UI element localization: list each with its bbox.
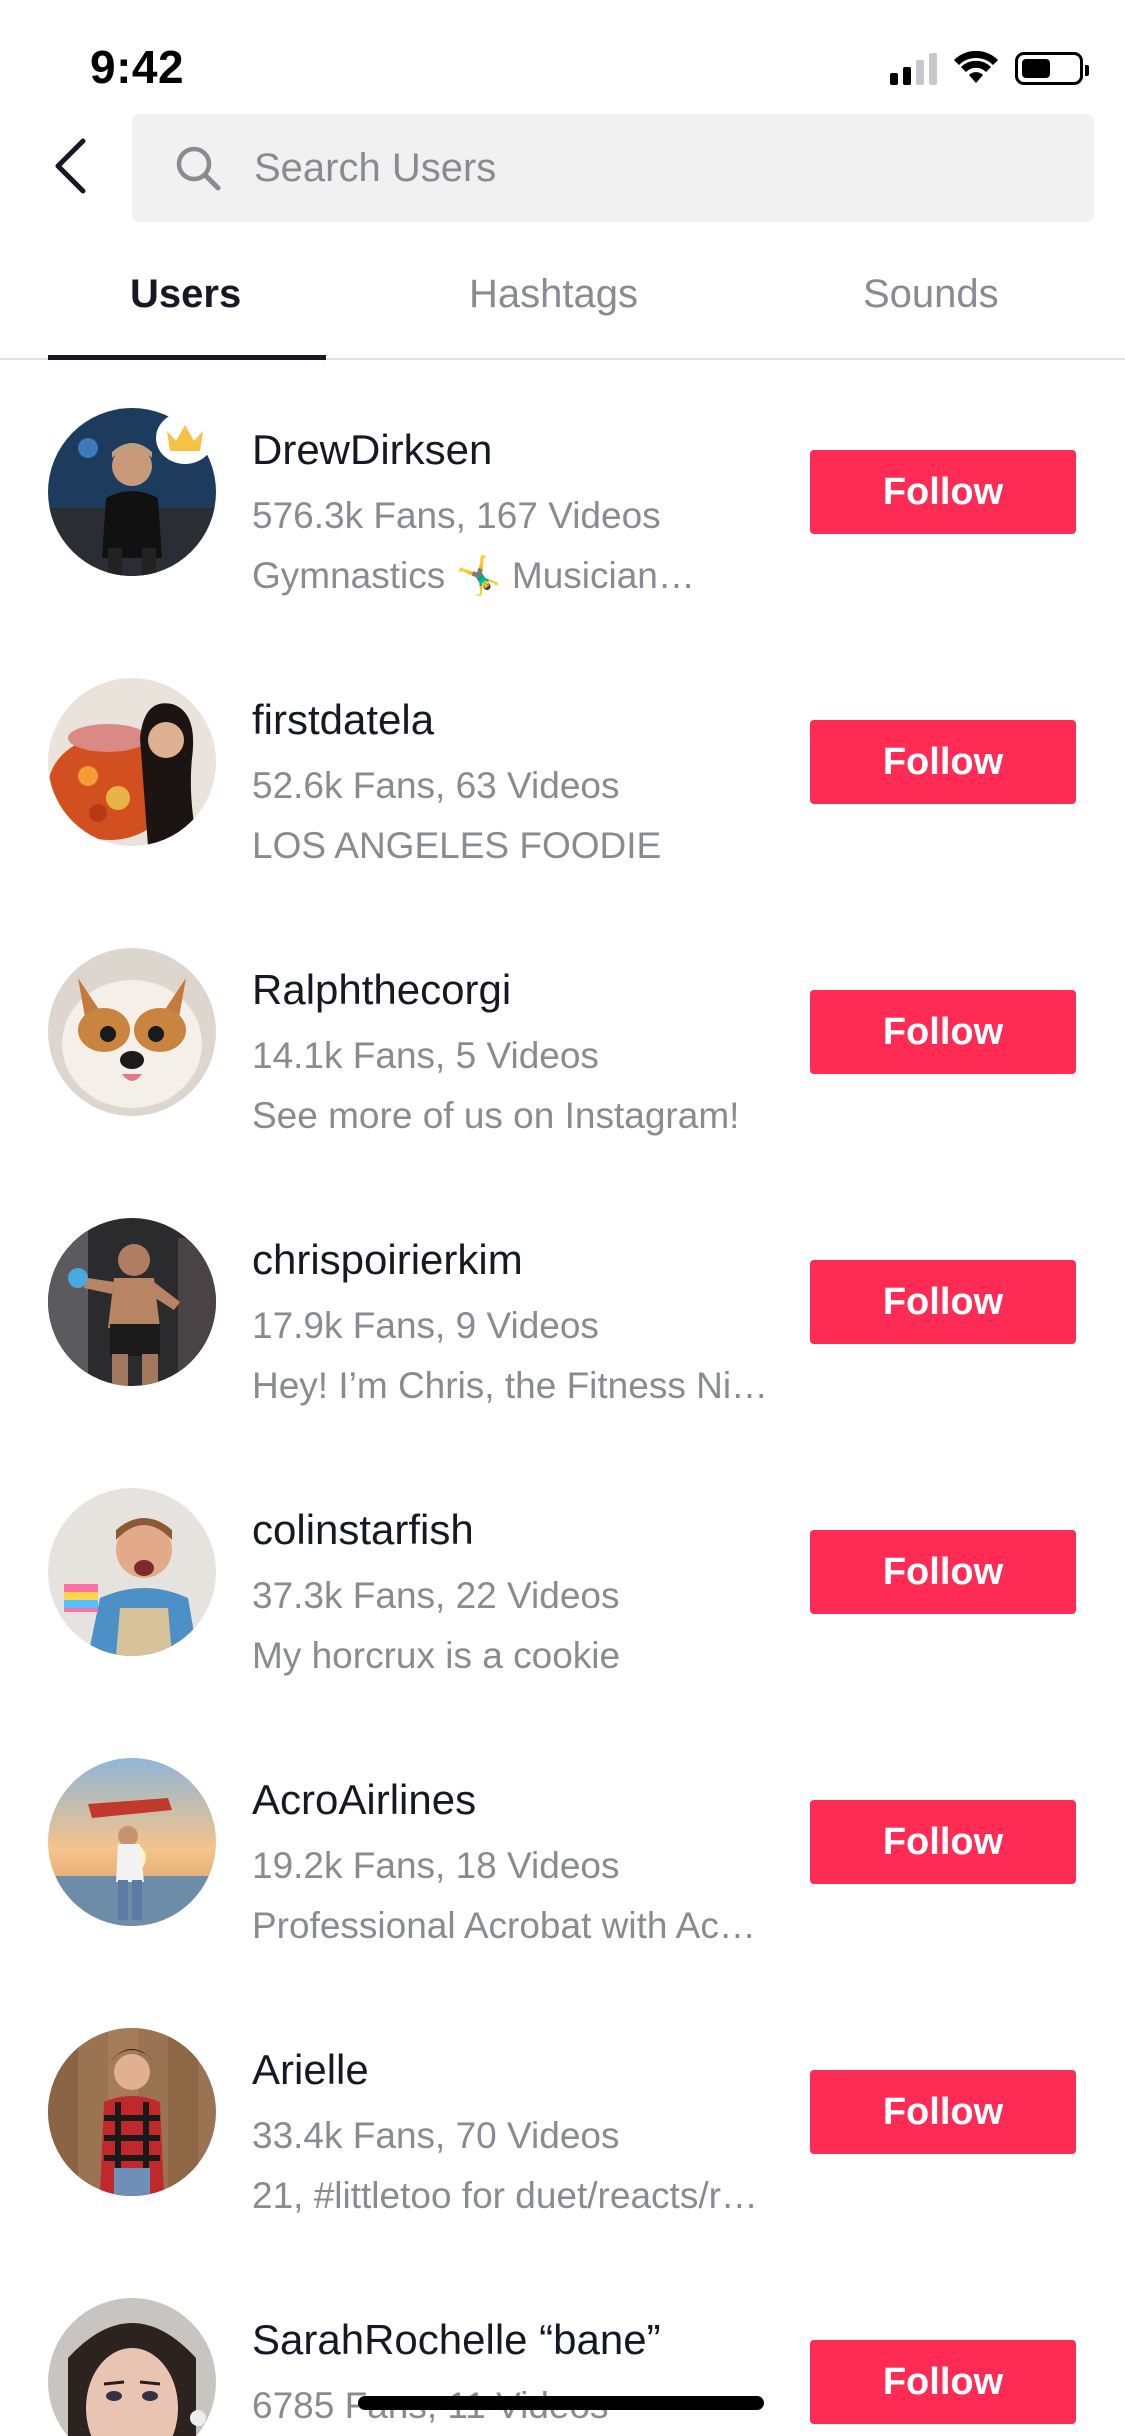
search-input[interactable] — [254, 145, 1034, 191]
avatar[interactable] — [48, 1758, 216, 1926]
avatar[interactable] — [48, 678, 216, 846]
follow-button[interactable]: Follow — [810, 1260, 1076, 1344]
user-name: DrewDirksen — [252, 426, 493, 473]
search-icon — [172, 142, 224, 194]
user-list: DrewDirksen 576.3k Fans, 167 Videos Gymn… — [0, 360, 1125, 2436]
user-stats: 576.3k Fans, 167 Videos — [252, 495, 661, 536]
user-name: firstdatela — [252, 696, 435, 743]
user-stats: 33.4k Fans, 70 Videos — [252, 2115, 620, 2156]
user-row[interactable]: colinstarfish 37.3k Fans, 22 Videos My h… — [0, 1440, 1125, 1710]
user-name: Ralphthecorgi — [252, 966, 512, 1013]
tab-hashtags[interactable]: Hashtags — [469, 272, 638, 317]
user-stats: 14.1k Fans, 5 Videos — [252, 1035, 599, 1076]
user-bio: My horcrux is a cookie — [252, 1635, 621, 1676]
user-stats: 17.9k Fans, 9 Videos — [252, 1305, 599, 1346]
follow-button[interactable]: Follow — [810, 450, 1076, 534]
user-stats: 37.3k Fans, 22 Videos — [252, 1575, 620, 1616]
tab-bar: Users Hashtags Sounds — [0, 250, 1125, 360]
search-users-screen: 9:42 Search Users Users Hashtags Sounds … — [0, 0, 1125, 2436]
follow-button[interactable]: Follow — [810, 1530, 1076, 1614]
chevron-left-icon — [55, 138, 86, 194]
follow-button[interactable]: Follow — [810, 990, 1076, 1074]
user-name: SarahRochelle “bane” — [252, 2316, 661, 2363]
follow-button[interactable]: Follow — [810, 720, 1076, 804]
tab-users[interactable]: Users — [130, 272, 241, 317]
avatar[interactable] — [48, 948, 216, 1116]
user-stats: 19.2k Fans, 18 Videos — [252, 1845, 620, 1886]
user-row[interactable]: Ralphthecorgi 14.1k Fans, 5 Videos See m… — [0, 900, 1125, 1170]
user-row[interactable]: DrewDirksen 576.3k Fans, 167 Videos Gymn… — [0, 360, 1125, 630]
user-name: chrispoirierkim — [252, 1236, 523, 1283]
status-icons — [890, 48, 1089, 88]
user-stats: 52.6k Fans, 63 Videos — [252, 765, 620, 806]
user-row[interactable]: firstdatela 52.6k Fans, 63 Videos LOS AN… — [0, 630, 1125, 900]
user-bio: LOS ANGELES FOODIE — [252, 825, 662, 866]
user-bio: Hey! I’m Chris, the Fitness Ni… — [252, 1365, 769, 1406]
crown-icon — [156, 412, 214, 464]
cellular-signal-icon — [890, 51, 937, 85]
wifi-icon — [954, 51, 998, 83]
user-row[interactable]: Arielle 33.4k Fans, 70 Videos 21, #littl… — [0, 1980, 1125, 2250]
follow-button[interactable]: Follow — [810, 1800, 1076, 1884]
status-bar: 9:42 — [0, 0, 1125, 132]
tab-sounds[interactable]: Sounds — [863, 272, 999, 317]
user-row[interactable]: chrispoirierkim 17.9k Fans, 9 Videos Hey… — [0, 1170, 1125, 1440]
battery-icon — [1015, 51, 1089, 85]
avatar[interactable] — [48, 1488, 216, 1656]
user-bio: 21, #littletoo for duet/reacts/r… — [252, 2175, 758, 2216]
status-time: 9:42 — [90, 41, 185, 93]
user-name: Arielle — [252, 2046, 369, 2093]
user-bio: See more of us on Instagram! — [252, 1095, 740, 1136]
back-button[interactable] — [44, 130, 96, 202]
user-bio: Professional Acrobat with Ac… — [252, 1905, 756, 1946]
home-indicator[interactable] — [358, 2396, 764, 2410]
user-name: AcroAirlines — [252, 1776, 477, 1823]
avatar[interactable] — [48, 2028, 216, 2196]
follow-button[interactable]: Follow — [810, 2070, 1076, 2154]
avatar[interactable] — [48, 2298, 216, 2436]
follow-button[interactable]: Follow — [810, 2340, 1076, 2424]
user-row[interactable]: AcroAirlines 19.2k Fans, 18 Videos Profe… — [0, 1710, 1125, 1980]
avatar[interactable] — [48, 1218, 216, 1386]
user-name: colinstarfish — [252, 1506, 474, 1553]
search-bar[interactable] — [132, 114, 1094, 222]
user-bio: Gymnastics 🤸‍♂️ Musician… — [252, 555, 695, 596]
